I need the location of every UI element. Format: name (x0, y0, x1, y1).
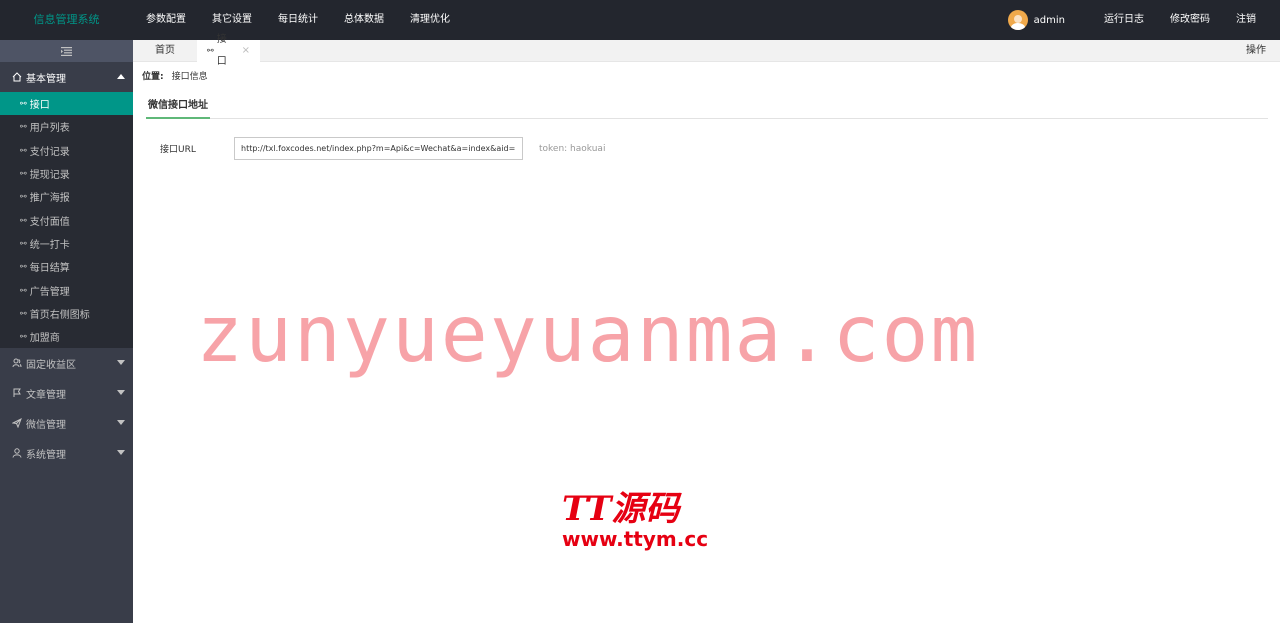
breadcrumb-value: 接口信息 (171, 72, 208, 82)
sidebar-group-label: 固定收益区 (26, 359, 76, 371)
top-nav: 参数配置 其它设置 每日统计 总体数据 清理优化 (133, 0, 463, 40)
sidebar-item-withdraw-records[interactable]: ⚯ 提现记录 (0, 162, 133, 185)
link-icon: ⚯ (20, 122, 27, 132)
logo-mark: TT源码 (562, 489, 680, 529)
link-icon: ⚯ (20, 332, 27, 342)
sidebar-item-label: 每日结算 (29, 263, 70, 275)
link-icon: ⚯ (20, 192, 27, 202)
caret-down-icon (117, 420, 125, 426)
sidebar-group-label: 系统管理 (26, 449, 66, 461)
change-password-link[interactable]: 修改密码 (1157, 0, 1223, 40)
content-tabs: 微信接口地址 (146, 96, 1268, 119)
close-icon[interactable]: × (242, 40, 250, 62)
sidebar-item-franchise[interactable]: ⚯ 加盟商 (0, 325, 133, 348)
sidebar-group-system[interactable]: 系统管理 (0, 438, 133, 468)
link-icon: ⚯ (20, 215, 27, 225)
api-url-row: 接口URL token: haokuai (160, 137, 605, 160)
link-icon: ⚯ (20, 145, 27, 155)
sidebar-group-label: 基本管理 (26, 73, 66, 85)
run-log-link[interactable]: 运行日志 (1091, 0, 1157, 40)
tab-label: 接口 (216, 34, 227, 67)
sidebar-item-payment-amounts[interactable]: ⚯ 支付面值 (0, 208, 133, 231)
sidebar-group-basic[interactable]: 基本管理 (0, 62, 133, 92)
link-icon: ⚯ (20, 308, 27, 318)
top-header: 信息管理系统 参数配置 其它设置 每日统计 总体数据 清理优化 admin 运行… (0, 0, 1280, 40)
flag-icon (12, 388, 24, 398)
sidebar-item-label: 首页右侧图标 (29, 309, 90, 321)
link-icon: ⚯ (20, 285, 27, 295)
sidebar: 基本管理 ⚯ 接口 ⚯ 用户列表 ⚯ 支付记录 ⚯ 提现记录 ⚯ 推广海报 ⚯ 支付面值 ⚯… (0, 40, 133, 623)
sidebar-item-daily-settlement[interactable]: ⚯ 每日结算 (0, 255, 133, 278)
caret-up-icon (117, 74, 125, 79)
operations-menu[interactable]: 操作 (1246, 40, 1266, 62)
sidebar-item-label: 用户列表 (29, 123, 70, 135)
sidebar-sub-list: ⚯ 接口 ⚯ 用户列表 ⚯ 支付记录 ⚯ 提现记录 ⚯ 推广海报 ⚯ 支付面值 ⚯ 统一打卡 … (0, 92, 133, 349)
home-icon (12, 72, 24, 82)
nav-params[interactable]: 参数配置 (133, 0, 199, 40)
sidebar-item-label: 加盟商 (29, 333, 60, 345)
avatar[interactable] (1007, 10, 1028, 30)
caret-down-icon (117, 360, 125, 366)
nav-overall-data[interactable]: 总体数据 (331, 0, 397, 40)
watermark-logo: TT源码 www.ttym.cc (562, 490, 712, 550)
tab-api[interactable]: ⚯ 接口 × (197, 34, 260, 67)
tab-home[interactable]: 首页 (133, 40, 197, 62)
breadcrumb-label: 位置: (142, 72, 164, 82)
link-icon: ⚯ (207, 46, 214, 55)
watermark-text: zunyueyuanma.com (196, 290, 980, 380)
sidebar-item-label: 支付记录 (29, 146, 70, 158)
logout-link[interactable]: 注销 (1223, 0, 1280, 40)
logo-url: www.ttym.cc (562, 527, 709, 551)
api-url-field[interactable] (234, 137, 523, 160)
tab-wechat-api-url[interactable]: 微信接口地址 (146, 96, 210, 119)
link-icon: ⚯ (20, 262, 27, 272)
sidebar-group-label: 文章管理 (26, 389, 66, 401)
nav-daily-stats[interactable]: 每日统计 (265, 0, 331, 40)
sidebar-item-api[interactable]: ⚯ 接口 (0, 92, 133, 116)
tab-bar: 首页 ⚯ 接口 × 操作 (133, 34, 1280, 67)
sidebar-item-label: 支付面值 (29, 216, 70, 228)
nav-cleanup[interactable]: 清理优化 (397, 0, 463, 40)
sidebar-item-label: 推广海报 (29, 193, 70, 205)
menu-collapse-icon (61, 46, 72, 56)
sidebar-item-promo-poster[interactable]: ⚯ 推广海报 (0, 185, 133, 208)
sidebar-toggle[interactable] (0, 40, 133, 62)
brand-title[interactable]: 信息管理系统 (0, 0, 133, 40)
sidebar-item-label: 统一打卡 (29, 239, 70, 251)
link-icon: ⚯ (20, 169, 27, 179)
caret-down-icon (117, 450, 125, 456)
sidebar-group-fixed-income[interactable]: 固定收益区 (0, 348, 133, 378)
sidebar-item-user-list[interactable]: ⚯ 用户列表 (0, 115, 133, 138)
breadcrumb: 位置: 接口信息 (142, 69, 208, 82)
sidebar-item-label: 提现记录 (29, 170, 70, 182)
user-name[interactable]: admin (1034, 15, 1065, 26)
token-text: token: haokuai (539, 143, 606, 154)
user-area: admin 运行日志 修改密码 注销 (1007, 0, 1280, 40)
send-icon (12, 418, 24, 429)
link-icon: ⚯ (20, 99, 27, 109)
user-icon (12, 448, 24, 458)
sidebar-item-checkin[interactable]: ⚯ 统一打卡 (0, 232, 133, 255)
sidebar-item-ads[interactable]: ⚯ 广告管理 (0, 278, 133, 301)
sidebar-item-label: 广告管理 (29, 286, 70, 298)
caret-down-icon (117, 390, 125, 396)
link-icon: ⚯ (20, 238, 27, 248)
sidebar-group-label: 微信管理 (26, 419, 66, 431)
sidebar-group-wechat[interactable]: 微信管理 (0, 408, 133, 438)
sidebar-item-payment-records[interactable]: ⚯ 支付记录 (0, 139, 133, 162)
api-url-label: 接口URL (160, 145, 196, 155)
sidebar-group-articles[interactable]: 文章管理 (0, 378, 133, 408)
sidebar-item-label: 接口 (29, 100, 50, 112)
sidebar-item-home-right-icons[interactable]: ⚯ 首页右侧图标 (0, 302, 133, 325)
user-group-icon (12, 358, 24, 368)
